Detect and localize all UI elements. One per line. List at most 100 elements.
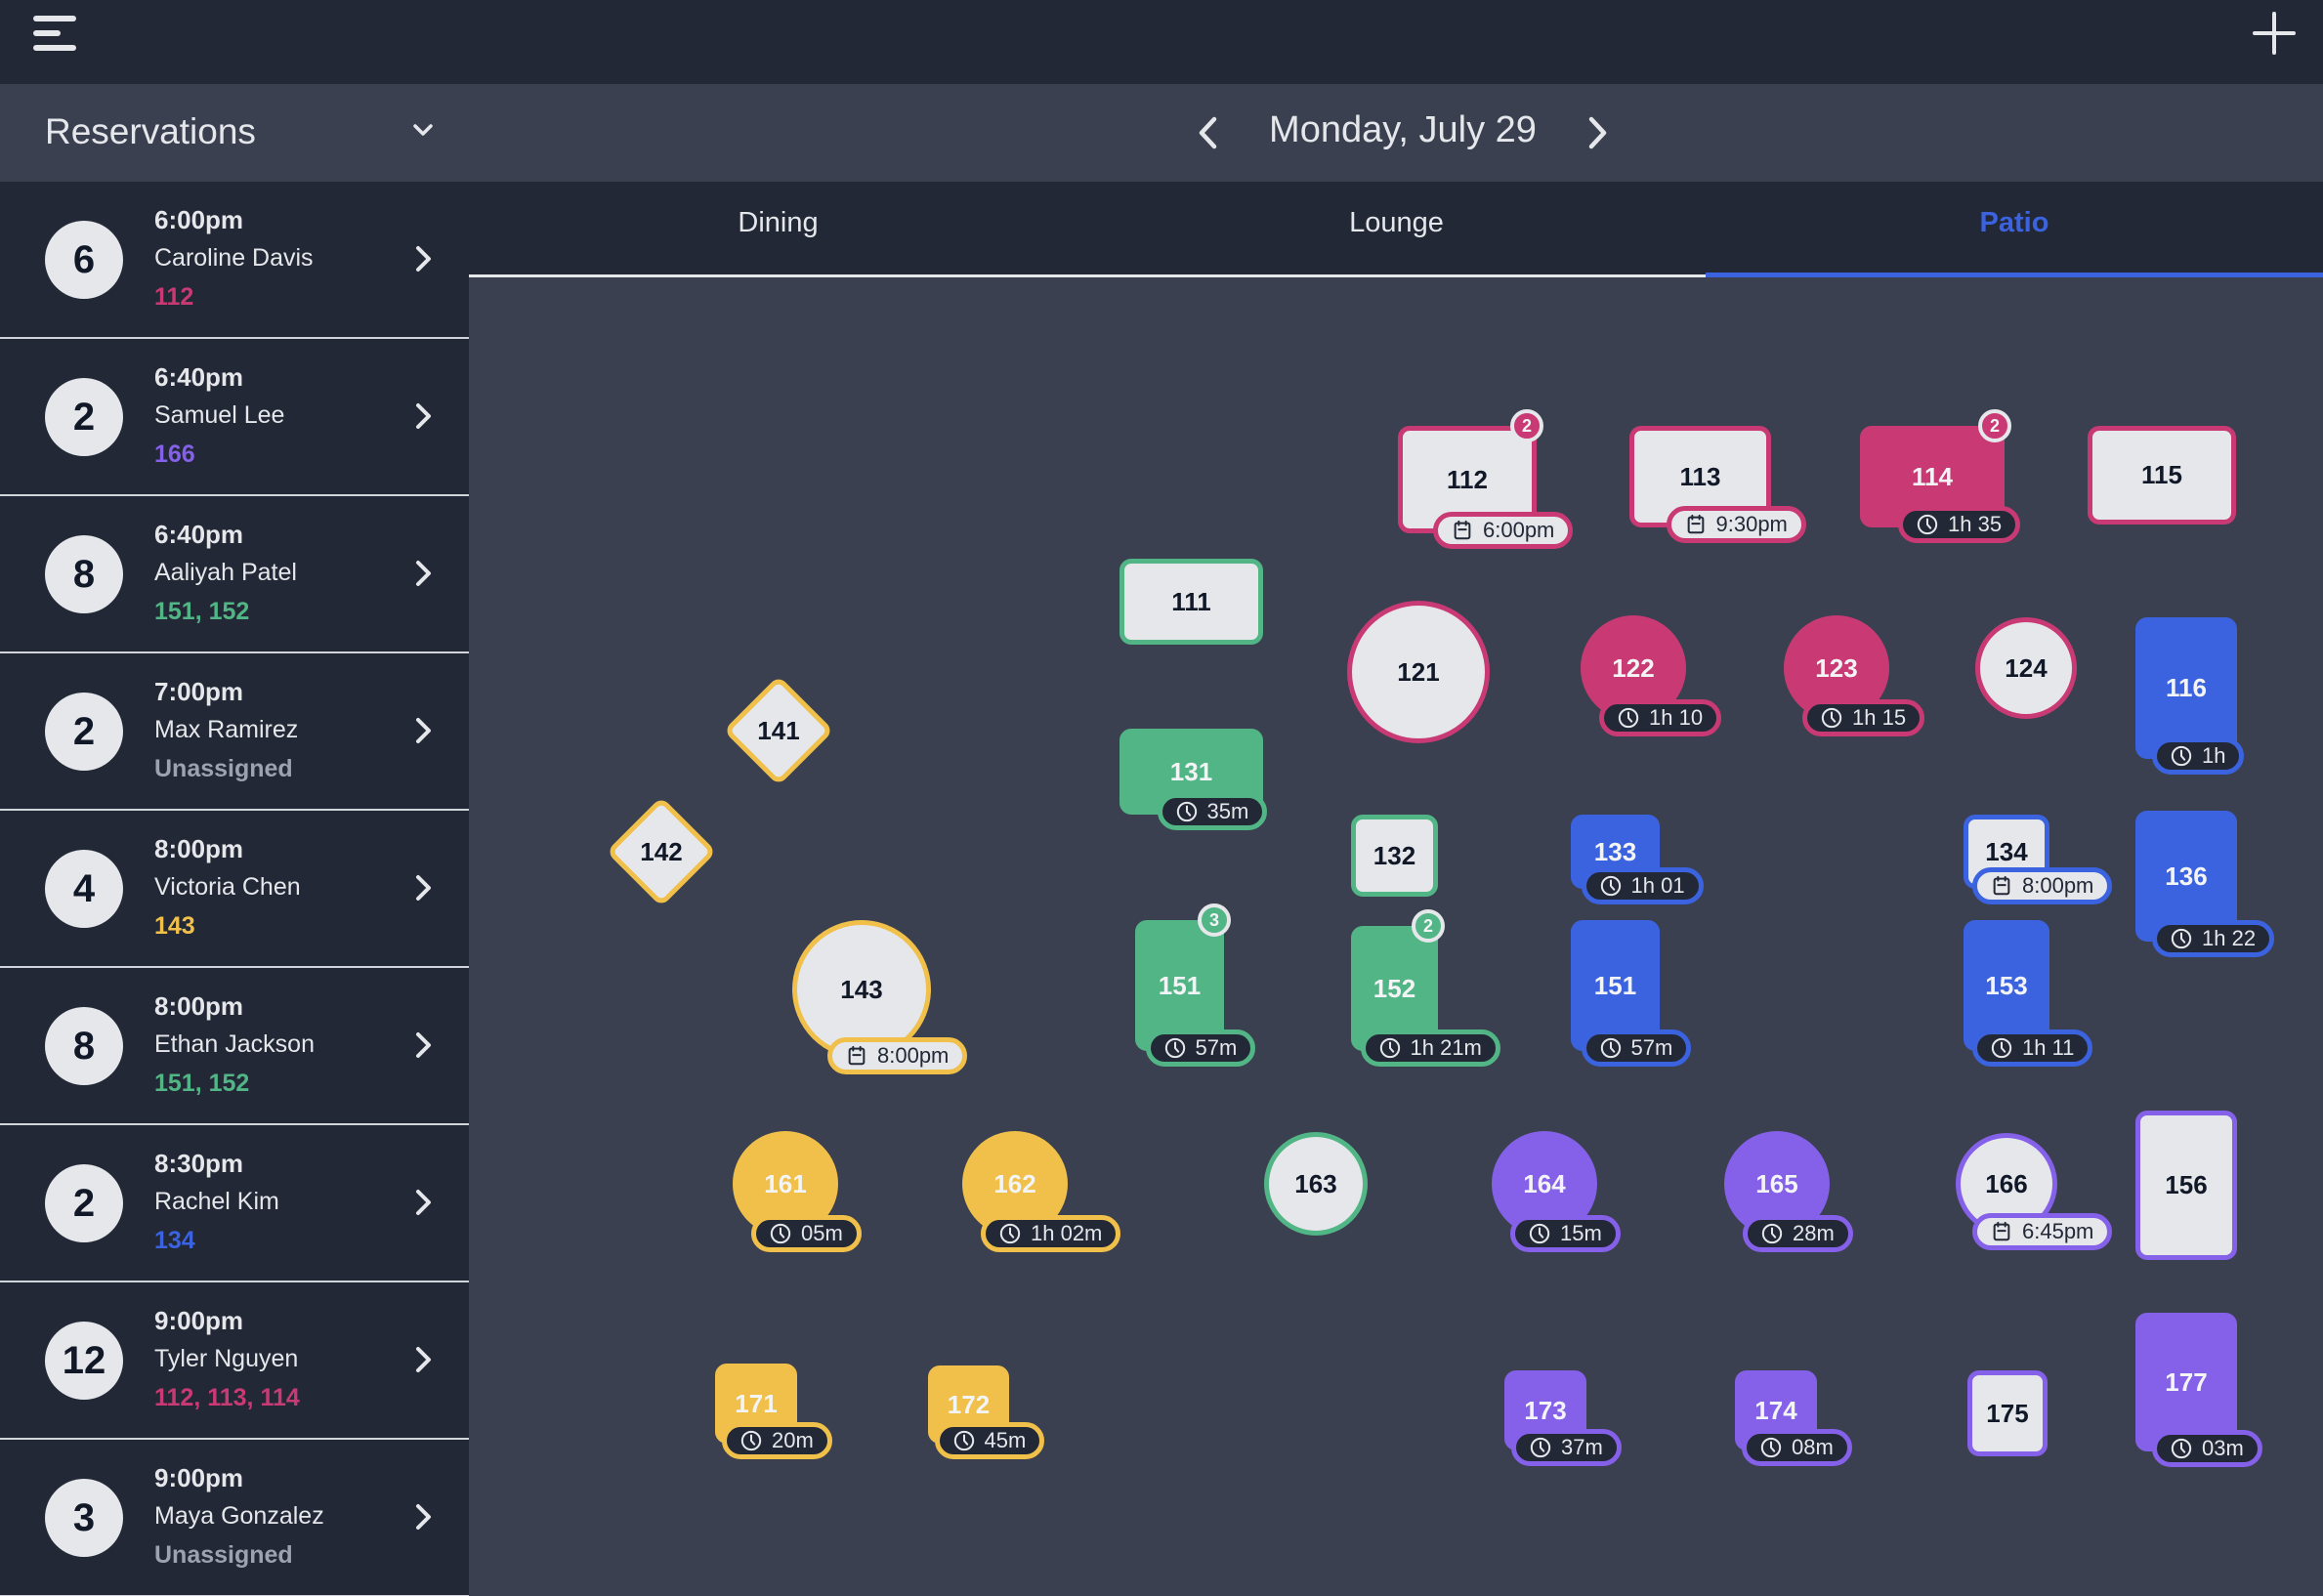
- seated-timer-pill: 1h 11: [1972, 1029, 2093, 1067]
- table-141-label: 141: [757, 716, 800, 745]
- seated-timer-pill: 20m: [722, 1422, 832, 1459]
- clock-icon: [1917, 514, 1938, 535]
- area-tabs: Dining Lounge Patio: [469, 182, 2323, 277]
- reservation-time: 9:00pm: [154, 1306, 244, 1335]
- pill-text: 6:00pm: [1483, 518, 1555, 542]
- table-number: 162: [993, 1168, 1036, 1198]
- clock-icon: [2171, 1438, 2192, 1459]
- sub-header: Reservations Monday, July 29: [0, 84, 2323, 182]
- table-number: 134: [1985, 836, 2028, 866]
- table-142-label: 142: [640, 837, 683, 866]
- clock-icon: [1760, 1437, 1782, 1458]
- pill-text: 45m: [984, 1428, 1027, 1452]
- chevron-right-icon: [416, 1032, 431, 1058]
- reservation-item[interactable]: 12 9:00pm Tyler Nguyen 112, 113, 114: [0, 1282, 469, 1440]
- reservation-time-pill: 9:30pm: [1666, 506, 1806, 543]
- reservation-item[interactable]: 4 8:00pm Victoria Chen 143: [0, 811, 469, 968]
- table-number: 113: [1679, 461, 1721, 491]
- tab-dining[interactable]: Dining: [469, 182, 1087, 277]
- table-156[interactable]: 156: [2135, 1111, 2237, 1260]
- chevron-right-icon: [416, 1347, 431, 1372]
- seated-timer-pill: 1h 22: [2152, 920, 2275, 957]
- seated-timer-pill: 03m: [2152, 1430, 2262, 1467]
- guest-name: Ethan Jackson: [154, 1030, 315, 1058]
- party-size-badge: 12: [45, 1322, 123, 1400]
- add-plus-icon[interactable]: [2253, 12, 2296, 55]
- guest-name: Caroline Davis: [154, 244, 314, 272]
- reservation-time: 6:00pm: [154, 205, 244, 234]
- reservation-item[interactable]: 8 8:00pm Ethan Jackson 151, 152: [0, 968, 469, 1125]
- tab-patio[interactable]: Patio: [1706, 182, 2323, 277]
- clock-icon: [2171, 745, 2192, 767]
- assigned-tables: 143: [154, 912, 195, 940]
- reservation-item[interactable]: 2 7:00pm Max Ramirez Unassigned: [0, 653, 469, 811]
- calendar-icon: [848, 1045, 866, 1066]
- table-175[interactable]: 175: [1967, 1370, 2048, 1456]
- reservation-time-pill: 6:45pm: [1972, 1213, 2113, 1250]
- table-115[interactable]: 115: [2088, 426, 2236, 525]
- clock-icon: [1761, 1223, 1783, 1244]
- reservation-time-pill: 8:00pm: [1972, 867, 2113, 904]
- reservation-item[interactable]: 8 6:40pm Aaliyah Patel 151, 152: [0, 496, 469, 653]
- table-121[interactable]: 121: [1347, 601, 1490, 743]
- table-number: 121: [1397, 656, 1440, 687]
- chevron-right-icon[interactable]: [1577, 113, 1616, 152]
- reservation-time: 8:00pm: [154, 991, 244, 1021]
- calendar-icon: [1687, 514, 1704, 534]
- clock-icon: [1821, 707, 1842, 729]
- reservation-item[interactable]: 2 8:30pm Rachel Kim 134: [0, 1125, 469, 1282]
- tab-lounge[interactable]: Lounge: [1087, 182, 1706, 277]
- chevron-right-icon: [416, 718, 431, 743]
- clock-icon: [1176, 801, 1197, 822]
- party-count-badge: 2: [1978, 409, 2011, 442]
- chevron-right-icon: [416, 246, 431, 272]
- reservations-list: 6 6:00pm Caroline Davis 112 2 6:40pm Sam…: [0, 182, 469, 1596]
- reservation-item[interactable]: 6 6:00pm Caroline Davis 112: [0, 182, 469, 339]
- pill-text: 1h 15: [1852, 705, 1907, 730]
- seated-timer-pill: 1h 21m: [1360, 1029, 1500, 1067]
- seated-timer-pill: 45m: [934, 1422, 1045, 1459]
- hamburger-menu-icon[interactable]: [33, 16, 76, 51]
- assigned-tables: Unassigned: [154, 755, 293, 782]
- party-size-badge: 2: [45, 693, 123, 771]
- pill-text: 35m: [1206, 799, 1249, 823]
- table-number: 171: [735, 1388, 778, 1418]
- table-number: 112: [1447, 464, 1488, 494]
- table-number: 166: [1985, 1168, 2028, 1198]
- pill-text: 03m: [2202, 1436, 2244, 1460]
- reservation-time: 8:30pm: [154, 1149, 244, 1178]
- guest-name: Maya Gonzalez: [154, 1502, 324, 1530]
- party-size-badge: 2: [45, 1164, 123, 1242]
- table-132[interactable]: 132: [1351, 815, 1438, 897]
- seated-timer-pill: 28m: [1743, 1215, 1853, 1252]
- table-number: 151: [1593, 970, 1637, 1000]
- pill-text: 15m: [1560, 1221, 1602, 1245]
- clock-icon: [740, 1430, 762, 1451]
- table-124[interactable]: 124: [1975, 617, 2077, 719]
- guest-name: Samuel Lee: [154, 401, 285, 429]
- pill-text: 37m: [1561, 1435, 1603, 1459]
- guest-name: Aaliyah Patel: [154, 559, 297, 586]
- floor-plan: 112 113 114 115 111 121 122 123 124 116 …: [469, 277, 2323, 1596]
- view-select-dropdown[interactable]: Reservations: [0, 84, 469, 182]
- chevron-right-icon: [416, 875, 431, 901]
- table-number: 143: [840, 974, 883, 1004]
- seated-timer-pill: 57m: [1145, 1029, 1256, 1067]
- clock-icon: [1618, 707, 1639, 729]
- clock-icon: [1164, 1037, 1185, 1059]
- clock-icon: [1379, 1037, 1400, 1059]
- table-number: 152: [1373, 973, 1416, 1003]
- seated-timer-pill: 15m: [1510, 1215, 1621, 1252]
- reservation-item[interactable]: 3 9:00pm Maya Gonzalez Unassigned: [0, 1440, 469, 1596]
- calendar-icon: [1454, 520, 1471, 540]
- seated-timer-pill: 1h: [2152, 737, 2245, 775]
- table-number: 116: [2166, 673, 2207, 702]
- pill-text: 6:45pm: [2022, 1219, 2094, 1243]
- table-111[interactable]: 111: [1119, 559, 1263, 645]
- reservation-item[interactable]: 2 6:40pm Samuel Lee 166: [0, 339, 469, 496]
- pill-text: 8:00pm: [2022, 873, 2094, 898]
- table-number: 164: [1523, 1168, 1566, 1198]
- seated-timer-pill: 05m: [751, 1215, 862, 1252]
- table-163[interactable]: 163: [1264, 1132, 1368, 1236]
- chevron-down-icon: [413, 124, 433, 136]
